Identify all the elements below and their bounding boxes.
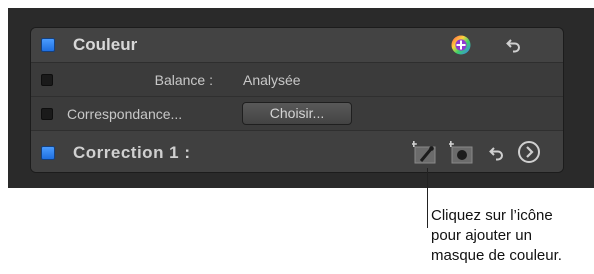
- header-reset-icon[interactable]: [506, 37, 522, 53]
- choisir-button[interactable]: Choisir...: [242, 102, 352, 125]
- callout-line-3: masque de couleur.: [431, 247, 562, 264]
- callout-text: Cliquez sur l’icône pour ajouter un masq…: [431, 206, 594, 266]
- correspondance-label: Correspondance...: [67, 106, 183, 122]
- couleur-enable-checkbox[interactable]: [41, 38, 55, 52]
- balance-label: Balance :: [154, 72, 213, 88]
- callout-line-1: Cliquez sur l’icône: [431, 207, 553, 224]
- shape-mask-icon[interactable]: [449, 139, 475, 165]
- correction-reset-icon[interactable]: [489, 145, 505, 161]
- couleur-title: Couleur: [73, 35, 138, 54]
- couleur-header-row: Couleur: [31, 28, 563, 63]
- balance-checkbox[interactable]: [41, 74, 53, 86]
- balance-row: Balance : Analysée: [31, 63, 563, 97]
- color-add-icon[interactable]: [450, 34, 472, 56]
- color-mask-icon[interactable]: [412, 139, 438, 165]
- correction-row: Correction 1 :: [31, 131, 563, 172]
- callout-leader-line: [427, 168, 428, 228]
- balance-value[interactable]: Analysée: [243, 72, 301, 88]
- correspondance-row: Correspondance... Choisir...: [31, 97, 563, 131]
- color-inspector-panel: Couleur Balance : Analysée Correspondanc…: [30, 27, 564, 173]
- correspondance-checkbox[interactable]: [41, 108, 53, 120]
- callout-line-2: pour ajouter un: [431, 227, 532, 244]
- chevron-right-circle-icon[interactable]: [517, 140, 541, 164]
- correction-title: Correction 1 :: [73, 143, 191, 162]
- correction-enable-checkbox[interactable]: [41, 146, 55, 160]
